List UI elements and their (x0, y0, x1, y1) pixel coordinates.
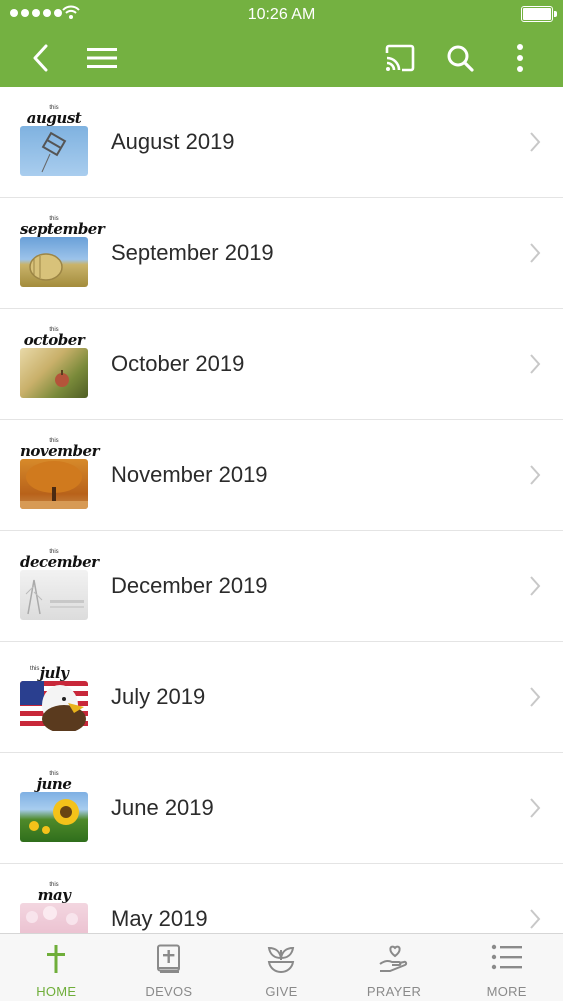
list-icon (491, 944, 522, 970)
list-item-label: May 2019 (111, 906, 208, 931)
plant-icon (268, 946, 295, 974)
tab-prayer[interactable]: PRAYER (338, 934, 451, 1001)
battery-icon (521, 6, 557, 22)
month-thumbnail: this june (20, 771, 88, 842)
month-photo (20, 792, 88, 842)
chevron-right-icon (530, 132, 541, 152)
list-item-label: December 2019 (111, 573, 268, 598)
chevron-right-icon (530, 798, 541, 818)
chevron-right-icon (530, 687, 541, 707)
month-photo (20, 348, 88, 398)
cross-icon (47, 945, 66, 973)
status-bar: 10:26 AM (0, 0, 563, 29)
month-photo (20, 126, 88, 176)
chevron-right-icon (530, 576, 541, 596)
list-item-label: October 2019 (111, 351, 245, 376)
search-icon[interactable] (442, 40, 478, 76)
month-photo (20, 681, 88, 731)
month-thumbnail: this november (20, 438, 99, 509)
tab-label: HOME (36, 984, 77, 999)
cast-icon[interactable] (382, 40, 418, 76)
bible-icon (156, 944, 180, 973)
heart-hand-icon (379, 945, 408, 972)
list-item-label: July 2019 (111, 684, 206, 709)
chevron-right-icon (530, 909, 541, 929)
chevron-right-icon (530, 354, 541, 374)
month-photo (20, 237, 88, 287)
month-photo (20, 570, 88, 620)
month-thumbnail: this may (20, 882, 88, 933)
month-thumbnail: this august (20, 105, 88, 176)
list-item[interactable]: this july July 2019 (0, 642, 563, 753)
list-item[interactable]: this november November 2019 (0, 420, 563, 531)
more-vertical-icon[interactable] (502, 40, 538, 76)
tab-more[interactable]: MORE (450, 934, 563, 1001)
month-photo (20, 903, 88, 933)
back-icon[interactable] (23, 40, 59, 76)
tab-label: MORE (486, 984, 527, 999)
month-thumbnail: this december (20, 549, 99, 620)
tab-label: GIVE (265, 984, 298, 999)
chevron-right-icon (530, 465, 541, 485)
list-item[interactable]: this october October 2019 (0, 309, 563, 420)
tab-home[interactable]: HOME (0, 934, 113, 1001)
month-list: this august August 2019 this september S… (0, 87, 563, 933)
month-photo (20, 459, 88, 509)
list-item[interactable]: this may May 2019 (0, 864, 563, 933)
list-item-label: August 2019 (111, 129, 235, 154)
app-bar (0, 29, 563, 87)
list-item-label: September 2019 (111, 240, 274, 265)
list-item-label: June 2019 (111, 795, 214, 820)
menu-icon[interactable] (84, 40, 120, 76)
list-item[interactable]: this september September 2019 (0, 198, 563, 309)
tab-devos[interactable]: DEVOS (113, 934, 226, 1001)
list-item[interactable]: this june June 2019 (0, 753, 563, 864)
bottom-tab-bar: HOME DEVOS GIVE PRAYER MORE (0, 933, 563, 1001)
month-thumbnail: this september (20, 216, 105, 287)
month-thumbnail: this october (20, 327, 88, 398)
tab-give[interactable]: GIVE (225, 934, 338, 1001)
chevron-right-icon (530, 243, 541, 263)
list-item[interactable]: this august August 2019 (0, 87, 563, 198)
month-thumbnail: this july (20, 661, 88, 731)
tab-label: DEVOS (145, 984, 193, 999)
tab-label: PRAYER (366, 984, 422, 999)
list-item-label: November 2019 (111, 462, 268, 487)
status-time: 10:26 AM (247, 6, 316, 23)
list-item[interactable]: this december December 2019 (0, 531, 563, 642)
